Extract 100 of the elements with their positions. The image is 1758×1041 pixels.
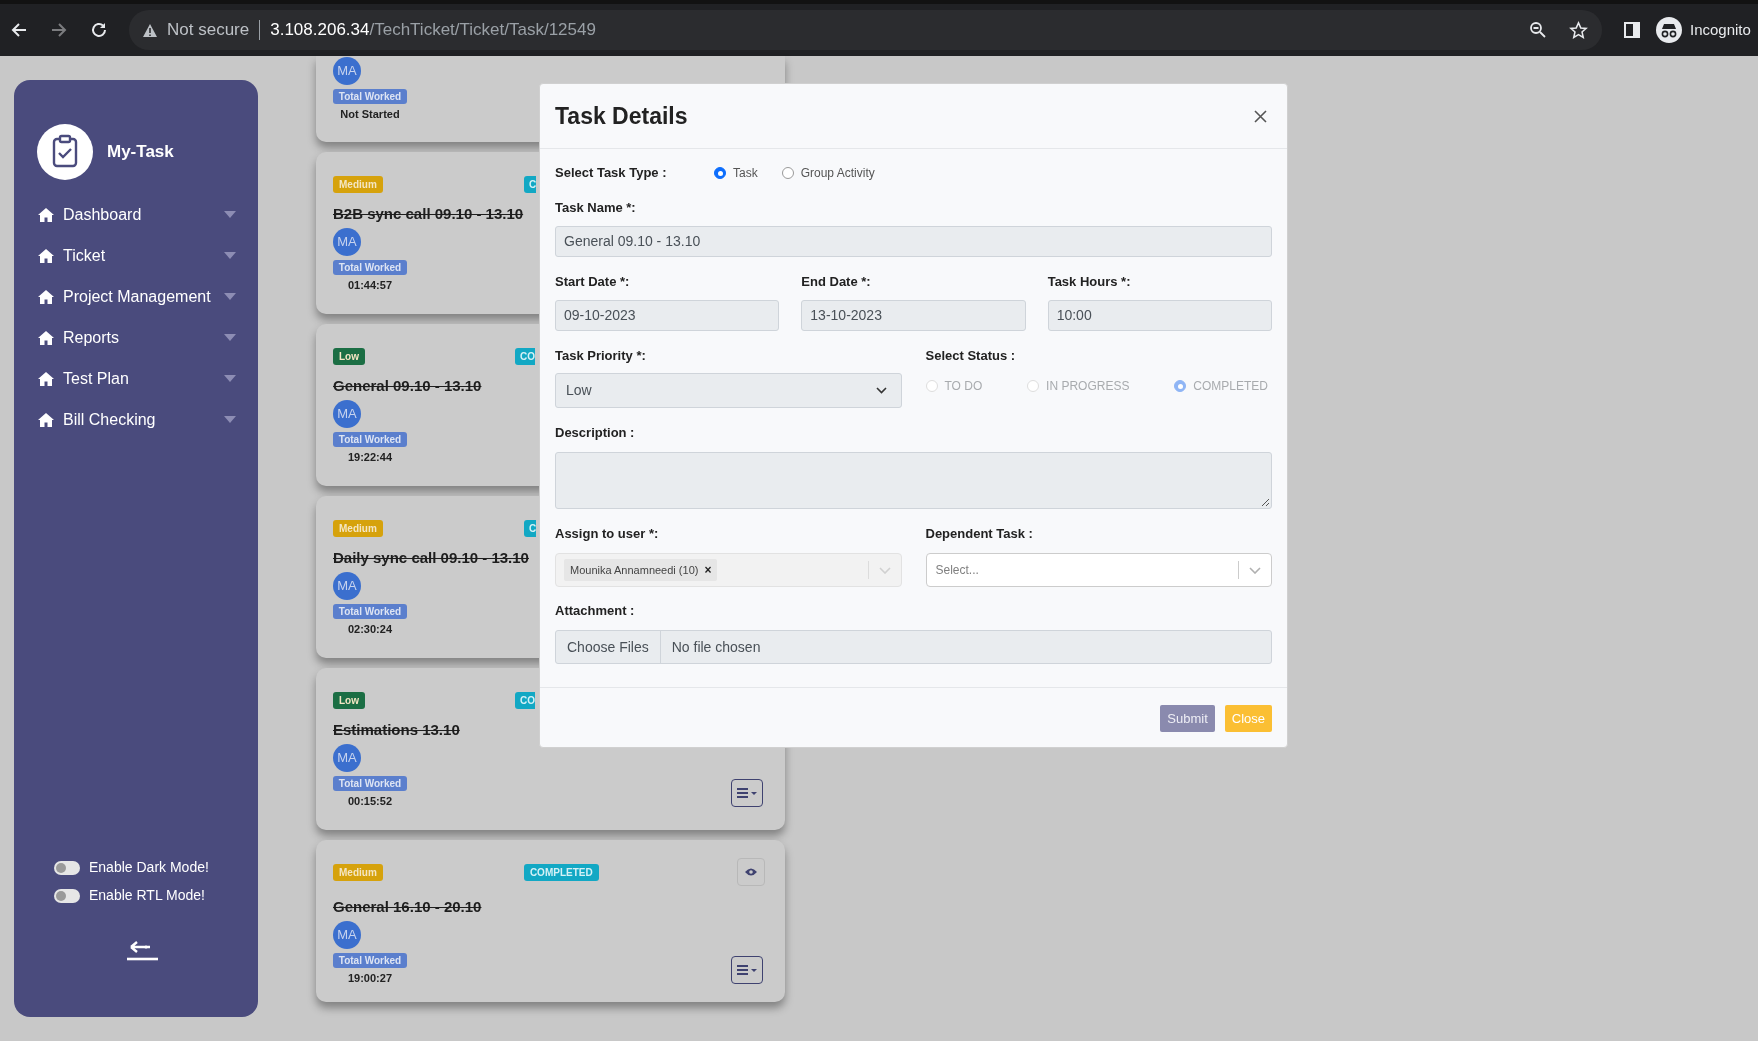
input-field[interactable]: General 09.10 - 13.10 — [555, 226, 1272, 257]
caret-icon — [224, 211, 236, 218]
avatar: MA — [333, 228, 361, 256]
worked-time: 19:22:44 — [346, 450, 393, 464]
chevron-down-icon — [878, 566, 891, 574]
radio-label: Task — [733, 165, 758, 182]
status-badge: C — [523, 520, 537, 537]
field-label: Task Name *: — [555, 201, 637, 215]
field-label: Description : — [555, 426, 636, 440]
input-field[interactable]: 09-10-2023 — [555, 300, 780, 331]
worked-time: Not Started — [339, 107, 401, 121]
back-icon[interactable] — [10, 21, 28, 39]
priority-badge: Medium — [333, 520, 383, 537]
status-badge: CO — [515, 692, 535, 709]
sidebar-item[interactable]: Bill Checking — [38, 399, 236, 440]
chevron-down-icon — [875, 387, 887, 394]
view-button[interactable] — [737, 858, 765, 886]
status-badge: COMPLETED — [523, 864, 599, 881]
field-label: Assign to user *: — [555, 527, 660, 541]
input-field[interactable]: 10:00 — [1047, 300, 1272, 331]
input-field[interactable]: 13-10-2023 — [801, 300, 1026, 331]
priority-badge: Low — [333, 692, 365, 709]
menu-caret-icon — [737, 788, 757, 798]
caret-icon — [224, 416, 236, 423]
profile-button[interactable]: Incognito — [1656, 17, 1751, 43]
file-status: No file chosen — [671, 637, 761, 657]
file-input[interactable]: Choose Files No file chosen — [555, 630, 1272, 664]
sidebar-item[interactable]: Project Management — [38, 276, 236, 317]
toggle-switch[interactable] — [54, 888, 80, 903]
modal-title: Task Details — [555, 101, 689, 131]
radio-label: TO DO — [944, 378, 983, 395]
menu-button[interactable] — [731, 956, 763, 984]
worked-time: 00:15:52 — [346, 794, 393, 808]
total-worked-badge: Total Worked — [333, 89, 407, 104]
brand-name: My-Task — [107, 141, 174, 164]
clipboard-check-icon — [37, 124, 93, 180]
field-label: Attachment : — [555, 604, 636, 618]
address-bar[interactable]: Not secure 3.108.206.34/TechTicket/Ticket/Task/12549 — [129, 10, 1602, 50]
priority-badge: Medium — [333, 864, 383, 881]
field-label: Dependent Task : — [925, 527, 1034, 541]
user-tag: Mounika Annamneedi (10) × — [564, 559, 718, 581]
reload-icon[interactable] — [90, 21, 108, 39]
task-title: Estimations 13.10 — [333, 720, 460, 739]
field-label: Select Status : — [925, 349, 1017, 363]
dependent-task-select[interactable]: Select... — [925, 553, 1272, 587]
priority-badge: Medium — [333, 176, 383, 193]
star-icon[interactable] — [1569, 20, 1588, 40]
task-title: B2B sync call 09.10 - 13.10 — [333, 204, 524, 223]
toggle-switch[interactable] — [54, 860, 80, 875]
toggle-label: Enable RTL Mode! — [89, 886, 205, 905]
url-text: 3.108.206.34/TechTicket/Ticket/Task/12549 — [270, 19, 596, 42]
priority-badge: Low — [333, 348, 365, 365]
home-icon — [38, 330, 54, 345]
field-label: Select Task Type : — [555, 166, 668, 180]
radio-label: COMPLETED — [1193, 378, 1268, 395]
task-title: General 16.10 - 20.10 — [333, 897, 482, 916]
total-worked-badge: Total Worked — [333, 776, 407, 791]
sidebar-item[interactable]: Dashboard — [38, 194, 236, 235]
side-panel-icon[interactable] — [1624, 22, 1640, 38]
sidebar-item[interactable]: Reports — [38, 317, 236, 358]
zoom-icon[interactable] — [1529, 21, 1547, 39]
avatar: MA — [333, 921, 361, 949]
task-title: Daily sync call 09.10 - 13.10 — [333, 548, 529, 567]
caret-icon — [224, 334, 236, 341]
worked-time: 01:44:57 — [346, 278, 393, 292]
task-title: General 09.10 - 13.10 — [333, 376, 482, 395]
incognito-icon — [1656, 17, 1682, 43]
field-label: End Date *: — [801, 275, 872, 289]
home-icon — [38, 412, 54, 427]
caret-icon — [224, 375, 236, 382]
security-label: Not secure — [167, 19, 250, 42]
status-badge: CO — [515, 348, 535, 365]
home-icon — [38, 248, 54, 263]
total-worked-badge: Total Worked — [333, 432, 407, 447]
home-icon — [38, 207, 54, 222]
avatar: MA — [333, 744, 361, 772]
menu-button[interactable] — [731, 779, 763, 807]
field-label: Start Date *: — [555, 275, 631, 289]
avatar: MA — [333, 400, 361, 428]
collapse-arrow-icon[interactable] — [127, 939, 158, 961]
caret-icon — [224, 252, 236, 259]
radio-label: Group Activity — [800, 165, 875, 182]
menu-caret-icon — [737, 965, 757, 975]
resize-handle-icon — [1261, 498, 1269, 506]
sidebar-item[interactable]: Test Plan — [38, 358, 236, 399]
sidebar-item[interactable]: Ticket — [38, 235, 236, 276]
avatar: MA — [333, 57, 361, 85]
priority-select[interactable]: Low — [555, 373, 902, 408]
warning-icon — [142, 22, 158, 38]
choose-files-button[interactable]: Choose Files — [556, 631, 661, 663]
total-worked-badge: Total Worked — [333, 953, 407, 968]
field-label: Task Hours *: — [1047, 275, 1132, 289]
close-icon[interactable] — [1254, 109, 1267, 123]
toggle-label: Enable Dark Mode! — [89, 858, 209, 877]
total-worked-badge: Total Worked — [333, 604, 407, 619]
radio-button[interactable] — [714, 167, 726, 179]
chevron-down-icon — [1249, 566, 1261, 574]
worked-time: 19:00:27 — [346, 971, 393, 985]
radio-button[interactable] — [781, 167, 794, 179]
home-icon — [38, 289, 54, 304]
